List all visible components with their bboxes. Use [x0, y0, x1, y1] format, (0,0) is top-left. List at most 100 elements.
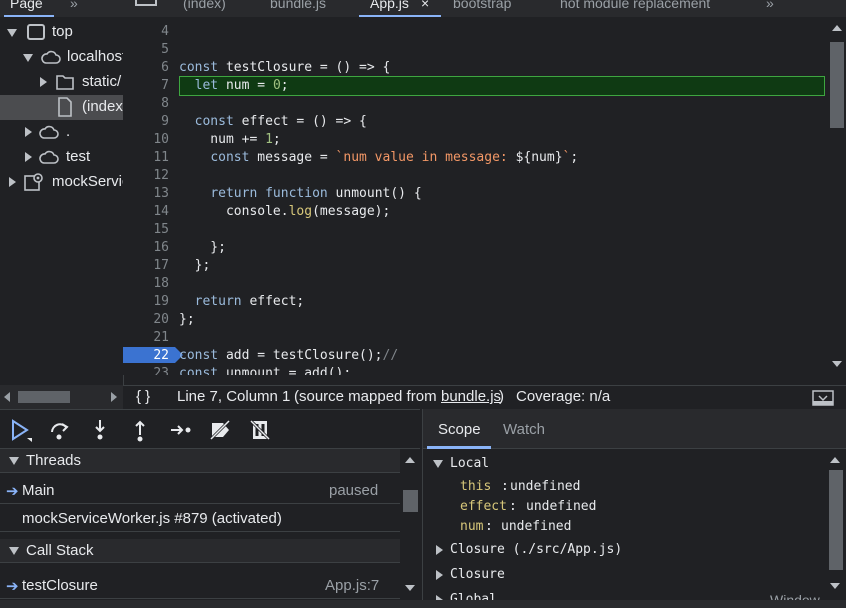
- step-icon[interactable]: [168, 418, 192, 442]
- tab-index[interactable]: (index): [183, 0, 226, 17]
- left-sidebar-scrollbar[interactable]: [400, 449, 420, 608]
- source-mapped-suffix: ): [499, 388, 504, 405]
- expand-arrow-icon[interactable]: [433, 460, 443, 468]
- line-number[interactable]: 8: [123, 95, 169, 113]
- dock-panel-icon[interactable]: [812, 389, 834, 407]
- code-editor[interactable]: 4 5 6 7 8 9 10 11 12 13 14 15 16 17 18 19 20 21 22 23 const…: [123, 17, 829, 375]
- tree-item-dot[interactable]: .: [0, 120, 123, 145]
- left-sidebar-scroll-thumb[interactable]: [403, 490, 418, 512]
- code-line-6: const testClosure = () => {: [179, 60, 391, 75]
- toggle-navigator-icon[interactable]: [135, 0, 157, 6]
- source-mapped-prefix: (source mapped from: [294, 388, 437, 405]
- line-number[interactable]: 4: [123, 23, 169, 41]
- source-map-link[interactable]: bundle.js: [441, 388, 501, 405]
- scope-var-num[interactable]: num : undefined: [460, 518, 820, 536]
- scope-pane: Scope Watch Local this : undefined effec…: [422, 409, 846, 608]
- collapse-arrow-icon[interactable]: [436, 570, 443, 580]
- collapse-arrow-icon[interactable]: [9, 177, 16, 187]
- line-number[interactable]: 9: [123, 113, 169, 131]
- threads-section-header[interactable]: Threads: [0, 449, 400, 473]
- tree-item-mockserviceworker[interactable]: mockServiceWorker: [0, 170, 123, 195]
- scroll-up-icon[interactable]: [830, 457, 840, 463]
- line-number[interactable]: 15: [123, 221, 169, 239]
- call-frame-row[interactable]: ➔ testClosure App.js:7: [0, 572, 400, 599]
- tab-hmr[interactable]: hot module replacement: [560, 0, 710, 17]
- code-line-11: const message = `num value in message: $…: [210, 150, 579, 165]
- thread-row-main[interactable]: ➔ Main paused: [0, 477, 400, 504]
- line-number[interactable]: 5: [123, 41, 169, 59]
- scroll-left-icon[interactable]: [4, 392, 10, 402]
- scope-closure[interactable]: Closure: [423, 565, 823, 585]
- line-number[interactable]: 19: [123, 293, 169, 311]
- line-number[interactable]: 12: [123, 167, 169, 185]
- tab-bundle-js[interactable]: bundle.js: [270, 0, 326, 17]
- collapse-arrow-icon[interactable]: [25, 152, 32, 162]
- cloud-icon: [39, 150, 59, 164]
- thread-row-service-worker[interactable]: mockServiceWorker.js #879 (activated): [0, 505, 400, 532]
- line-number[interactable]: 17: [123, 257, 169, 275]
- line-number[interactable]: 6: [123, 59, 169, 77]
- tree-item-localhost[interactable]: localhost: [0, 45, 123, 70]
- collapse-arrow-icon[interactable]: [25, 127, 32, 137]
- more-editor-tabs-button[interactable]: »: [766, 0, 774, 17]
- expand-arrow-icon[interactable]: [9, 547, 19, 555]
- more-tabs-button[interactable]: »: [70, 0, 78, 17]
- line-number[interactable]: 10: [123, 131, 169, 149]
- scroll-down-icon[interactable]: [832, 361, 842, 367]
- current-frame-icon: ➔: [6, 578, 19, 595]
- tab-watch[interactable]: Watch: [503, 421, 545, 438]
- scroll-down-icon[interactable]: [405, 585, 415, 591]
- tree-item-test[interactable]: test: [0, 145, 123, 170]
- tree-item-index[interactable]: (index): [0, 95, 123, 120]
- line-number[interactable]: 7: [123, 77, 169, 95]
- scroll-up-icon[interactable]: [405, 457, 415, 463]
- expand-arrow-icon[interactable]: [23, 54, 33, 62]
- line-number[interactable]: 23: [123, 365, 169, 375]
- navigator-scroll-thumb[interactable]: [18, 391, 70, 403]
- file-navigator: top localhost static/ (index) . test moc…: [0, 17, 123, 385]
- line-number[interactable]: 22: [123, 347, 169, 365]
- code-line-14: console.log(message);: [179, 204, 391, 219]
- code-line-20: };: [179, 312, 195, 327]
- tree-item-static[interactable]: static/: [0, 70, 123, 95]
- line-number[interactable]: 13: [123, 185, 169, 203]
- line-number[interactable]: 20: [123, 311, 169, 329]
- line-number[interactable]: 21: [123, 329, 169, 347]
- line-number[interactable]: 18: [123, 275, 169, 293]
- pretty-print-button[interactable]: { }: [136, 388, 150, 405]
- line-number[interactable]: 16: [123, 239, 169, 257]
- scope-var-this[interactable]: this : undefined: [460, 478, 820, 496]
- collapse-arrow-icon[interactable]: [436, 545, 443, 555]
- scope-closure-app[interactable]: Closure (./src/App.js): [423, 540, 823, 560]
- scroll-right-icon[interactable]: [111, 392, 117, 402]
- call-stack-section-header[interactable]: Call Stack: [0, 539, 400, 563]
- line-number[interactable]: 14: [123, 203, 169, 221]
- tab-bootstrap[interactable]: bootstrap: [453, 0, 511, 17]
- code-line-9: const effect = () => {: [194, 114, 367, 129]
- scope-tabstrip: Scope Watch: [423, 409, 846, 449]
- step-into-icon[interactable]: [88, 418, 112, 442]
- line-number[interactable]: 11: [123, 149, 169, 167]
- coverage-status: Coverage: n/a: [516, 388, 611, 405]
- deactivate-breakpoints-icon[interactable]: [208, 418, 232, 442]
- code-line-13: return function unmount() {: [210, 186, 422, 201]
- collapse-arrow-icon[interactable]: [40, 77, 47, 87]
- file-icon: [58, 97, 72, 117]
- editor-scroll-thumb[interactable]: [830, 42, 844, 128]
- tab-scope-underline: [427, 446, 491, 449]
- tree-item-top[interactable]: top: [0, 20, 123, 45]
- tab-scope[interactable]: Scope: [438, 421, 481, 438]
- step-over-icon[interactable]: [48, 418, 72, 442]
- scope-var-effect[interactable]: effect : undefined: [460, 498, 820, 516]
- expand-arrow-icon[interactable]: [7, 29, 17, 37]
- expand-arrow-icon[interactable]: [9, 457, 19, 465]
- step-out-icon[interactable]: [128, 418, 152, 442]
- scroll-down-icon[interactable]: [830, 583, 840, 589]
- scope-local-header[interactable]: Local: [423, 454, 823, 474]
- resume-icon[interactable]: [8, 418, 32, 442]
- scope-scroll-thumb[interactable]: [829, 470, 843, 570]
- pause-on-exceptions-icon[interactable]: [248, 418, 272, 442]
- code-line-22: const add = testClosure();//: [179, 348, 399, 363]
- scroll-up-icon[interactable]: [832, 25, 842, 31]
- editor-status-bar: { } Line 7, Column 1 (source mapped from…: [123, 385, 846, 409]
